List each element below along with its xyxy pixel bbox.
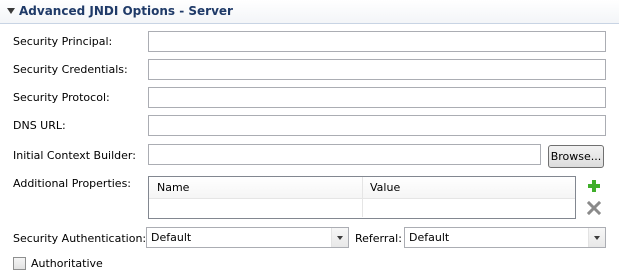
referral-value: Default [409, 231, 450, 244]
column-divider [362, 177, 363, 217]
security-authentication-dropdown[interactable]: Default [146, 227, 349, 248]
properties-table[interactable]: Name Value [148, 176, 576, 219]
additional-properties-label: Additional Properties: [13, 177, 132, 190]
referral-dropdown[interactable]: Default [404, 227, 606, 248]
referral-label: Referral: [355, 232, 402, 245]
chevron-down-icon[interactable] [331, 228, 348, 247]
security-credentials-label: Security Credentials: [13, 63, 128, 76]
column-header-name[interactable]: Name [149, 177, 189, 199]
security-protocol-input[interactable] [148, 87, 606, 108]
x-icon[interactable] [587, 201, 601, 215]
dns-url-label: DNS URL: [13, 119, 66, 132]
security-credentials-input[interactable] [148, 59, 606, 80]
dns-url-input[interactable] [148, 115, 606, 136]
section-title: Advanced JNDI Options - Server [19, 4, 233, 18]
plus-icon[interactable] [587, 179, 601, 193]
section-header[interactable]: Advanced JNDI Options - Server [0, 0, 619, 24]
security-principal-label: Security Principal: [13, 35, 113, 48]
security-protocol-label: Security Protocol: [13, 91, 110, 104]
authoritative-label: Authoritative [31, 257, 103, 270]
security-principal-input[interactable] [148, 31, 606, 52]
chevron-down-icon[interactable] [588, 228, 605, 247]
column-header-value[interactable]: Value [362, 177, 400, 199]
security-authentication-value: Default [151, 231, 192, 244]
initial-context-builder-input[interactable] [148, 144, 541, 165]
initial-context-builder-label: Initial Context Builder: [13, 149, 136, 162]
browse-button[interactable]: Browse... [548, 145, 604, 168]
collapse-triangle-icon[interactable] [7, 8, 15, 14]
security-authentication-label: Security Authentication: [13, 232, 147, 245]
authoritative-checkbox[interactable] [13, 257, 26, 270]
